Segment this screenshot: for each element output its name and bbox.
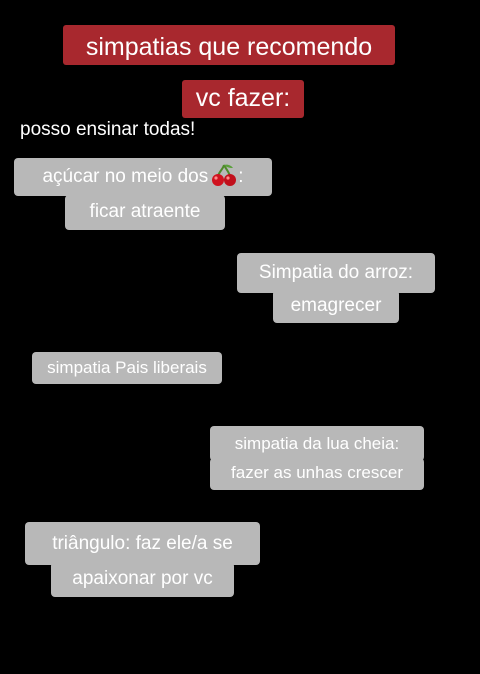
sticker-1-text-after-icon: : <box>238 166 244 187</box>
sticker-5-line-1: triângulo: faz ele/a se <box>25 522 260 565</box>
sticker-2-line-1: Simpatia do arroz: <box>237 253 435 293</box>
cherry-icon <box>211 163 237 187</box>
sticker-1-text-before-icon: açúcar no meio dos <box>42 166 209 187</box>
sticker-1-line-1: açúcar no meio dos : <box>14 158 272 196</box>
title-line-1: simpatias que recomendo <box>63 25 395 65</box>
sticker-3-line-1: simpatia Pais liberais <box>32 352 222 384</box>
sticker-4-line-1: simpatia da lua cheia: <box>210 426 424 461</box>
sticker-1-line-2: ficar atraente <box>65 195 225 230</box>
sticker-2-line-2: emagrecer <box>273 290 399 323</box>
story-canvas: simpatias que recomendo vc fazer: posso … <box>0 0 480 674</box>
caption-text: posso ensinar todas! <box>20 119 196 140</box>
sticker-5-line-2: apaixonar por vc <box>51 562 234 597</box>
sticker-4-line-2: fazer as unhas crescer <box>210 458 424 490</box>
title-line-2: vc fazer: <box>182 80 304 118</box>
